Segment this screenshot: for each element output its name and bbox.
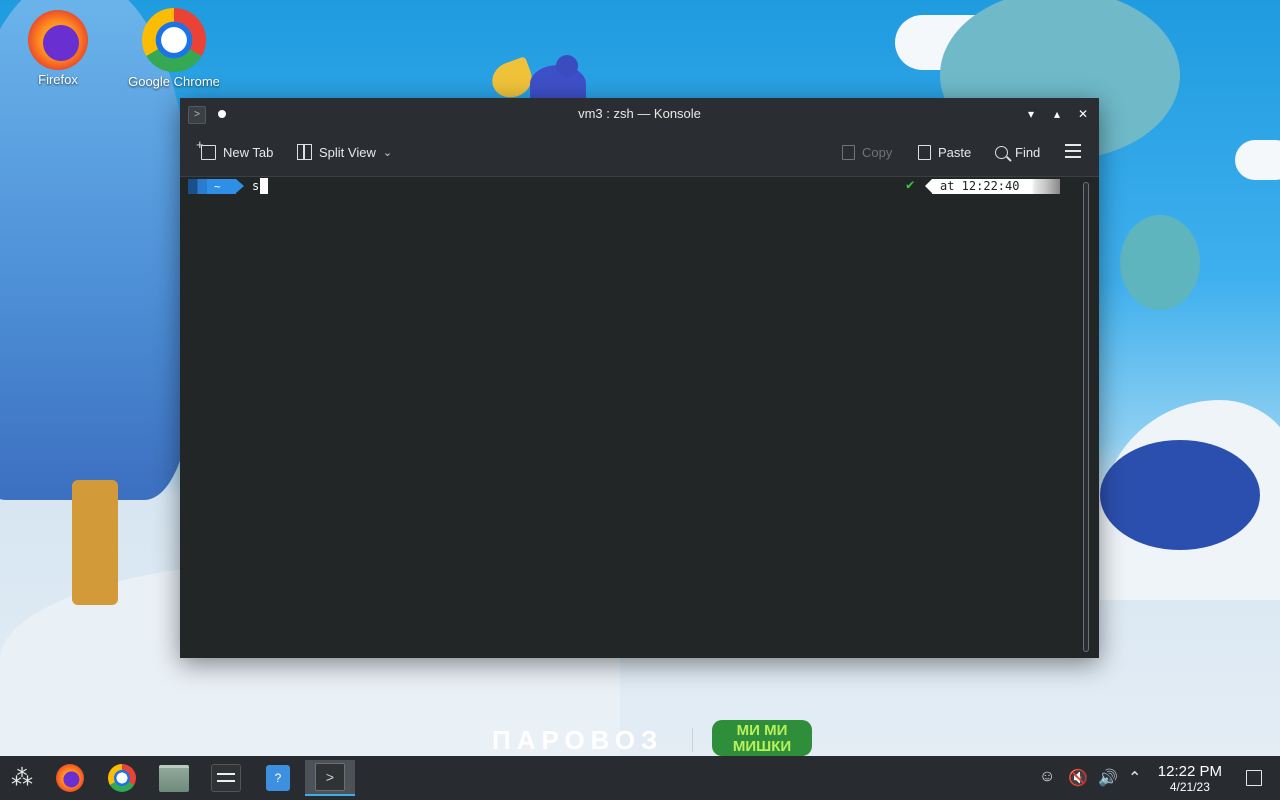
new-tab-button[interactable]: New Tab <box>196 137 274 163</box>
paste-icon <box>918 144 931 160</box>
desktop-icon-label: Google Chrome <box>128 74 220 89</box>
settings-icon <box>211 764 241 792</box>
prompt-timestamp: at 12:22:40 <box>925 179 1060 194</box>
chrome-icon <box>108 764 136 792</box>
status-check-icon: ✔ <box>906 177 915 193</box>
wallpaper-tree-trunk <box>72 480 118 605</box>
find-label: Find <box>1015 144 1041 160</box>
chrome-icon <box>142 8 206 72</box>
firefox-icon <box>56 764 84 792</box>
desktop-icon-firefox[interactable]: Firefox <box>8 10 108 87</box>
taskbar-system-settings[interactable] <box>204 760 248 796</box>
folder-icon <box>159 764 189 792</box>
maximize-button[interactable]: ▴ <box>1047 104 1067 124</box>
taskbar-chrome[interactable] <box>100 760 144 796</box>
split-view-icon <box>297 144 312 160</box>
taskbar-file-manager[interactable] <box>152 760 196 796</box>
terminal-scrollbar[interactable] <box>1083 182 1089 652</box>
wallpaper-hat-pompom <box>556 55 578 77</box>
split-view-button[interactable]: Split View ⌄ <box>297 141 392 163</box>
user-icon[interactable]: ☺ <box>1039 768 1055 786</box>
taskbar-discover-store[interactable]: ? <box>256 760 300 796</box>
paste-button[interactable]: Paste <box>918 141 971 163</box>
clock-date: 4/21/23 <box>1169 780 1210 794</box>
prompt-arrow <box>236 179 244 193</box>
command-text: s <box>252 179 260 193</box>
prompt-segment <box>188 179 236 194</box>
show-desktop-button[interactable] <box>1246 770 1262 786</box>
wallpaper-cloud <box>1235 140 1280 180</box>
find-button[interactable]: Find <box>995 141 1040 163</box>
terminal-area[interactable]: ~ s ✔ at 12:22:40 <box>180 177 1079 658</box>
new-tab-label: New Tab <box>223 144 274 160</box>
microphone-muted-icon[interactable]: 🔇 <box>1068 768 1088 788</box>
desktop-icon-label: Firefox <box>38 72 78 87</box>
copy-button[interactable]: Copy <box>842 141 892 163</box>
konsole-window: > vm3 : zsh — Konsole ▾ ▴ ✕ New Tab Spli… <box>180 98 1099 658</box>
window-titlebar[interactable]: > vm3 : zsh — Konsole ▾ ▴ ✕ <box>180 98 1099 130</box>
chevron-up-icon[interactable]: ⌃ <box>1128 768 1141 788</box>
terminal-cursor <box>260 178 268 194</box>
chevron-down-icon[interactable]: ⌄ <box>383 146 392 159</box>
taskbar-firefox[interactable] <box>48 760 92 796</box>
taskbar: ⁂ ? > ☺ 🔇 🔊 ⌃ 12:22 PM 4/21/23 <box>0 756 1280 800</box>
minimize-button[interactable]: ▾ <box>1021 104 1041 124</box>
wallpaper-bird <box>487 56 537 103</box>
split-view-label: Split View <box>319 144 376 160</box>
wallpaper-snow-right <box>1100 400 1280 600</box>
prompt-directory: ~ <box>214 180 221 193</box>
close-button[interactable]: ✕ <box>1073 104 1093 124</box>
wallpaper-cloud <box>895 15 1015 70</box>
copy-icon <box>842 144 855 160</box>
desktop-icon-google-chrome[interactable]: Google Chrome <box>124 8 224 89</box>
hamburger-menu-button[interactable] <box>1065 144 1081 158</box>
clock-time: 12:22 PM <box>1157 763 1222 780</box>
hamburger-icon <box>1065 144 1081 146</box>
konsole-icon: > <box>315 763 345 791</box>
new-tab-icon <box>196 137 216 160</box>
application-launcher-button[interactable]: ⁂ <box>0 760 44 796</box>
wallpaper-small-tree <box>1120 215 1200 310</box>
wallpaper-bush <box>1100 440 1260 550</box>
konsole-toolbar: New Tab Split View ⌄ Copy Paste Find <box>180 130 1099 177</box>
wallpaper-logo-divider <box>692 728 693 752</box>
taskbar-konsole[interactable]: > <box>305 760 355 796</box>
volume-icon[interactable]: 🔊 <box>1098 768 1118 788</box>
clock[interactable]: 12:22 PM 4/21/23 <box>1157 763 1222 795</box>
firefox-icon <box>28 10 88 70</box>
launcher-icon: ⁂ <box>11 765 33 790</box>
wallpaper-logo-mimimishki: МИ МИ МИШКИ <box>712 720 812 756</box>
wallpaper-logo-parovoz: ПАРОВОЗ <box>492 725 664 755</box>
copy-label: Copy <box>862 144 893 160</box>
search-icon <box>995 145 1008 159</box>
window-title: vm3 : zsh — Konsole <box>578 106 701 121</box>
paste-label: Paste <box>938 144 972 160</box>
store-icon: ? <box>266 765 290 791</box>
